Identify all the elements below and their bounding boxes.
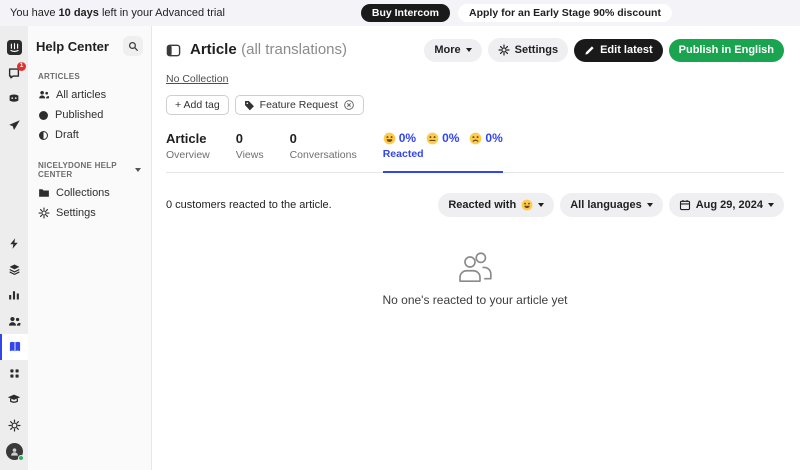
reaction-summary: 0 customers reacted to the article.	[166, 199, 332, 211]
inbox-icon[interactable]: 1	[0, 60, 28, 86]
intercom-logo-icon[interactable]	[0, 34, 28, 60]
sidebar-item-label: Draft	[55, 129, 79, 141]
chevron-down-icon	[135, 168, 141, 172]
neutral-face-icon	[426, 132, 439, 144]
online-status-dot	[17, 454, 24, 461]
tag-icon	[244, 100, 254, 110]
search-icon	[128, 41, 138, 51]
user-avatar[interactable]	[0, 438, 28, 464]
collapse-sidebar-icon[interactable]	[166, 43, 181, 58]
gear-icon	[498, 44, 510, 56]
settings-button[interactable]: Settings	[487, 38, 569, 62]
page-title: Article (all translations)	[190, 41, 348, 58]
sidebar-item-published[interactable]: Published	[36, 105, 143, 125]
sidebar-item-collections[interactable]: Collections	[36, 183, 143, 203]
more-button[interactable]: More	[424, 38, 482, 62]
neutral-reaction: 0%	[426, 131, 459, 145]
reports-icon[interactable]	[0, 282, 28, 308]
sidebar-item-label: All articles	[56, 89, 107, 101]
outbound-icon[interactable]	[0, 112, 28, 138]
academy-cap-icon[interactable]	[0, 386, 28, 412]
happy-reaction: 0%	[383, 131, 416, 145]
early-stage-discount-button[interactable]: Apply for an Early Stage 90% discount	[458, 3, 672, 23]
folder-icon	[39, 189, 49, 197]
knowledge-layers-icon[interactable]	[0, 256, 28, 282]
pencil-icon	[585, 45, 594, 55]
sidebar-item-settings[interactable]: Settings	[36, 203, 143, 223]
sidebar-item-draft[interactable]: Draft	[36, 125, 143, 145]
empty-state-message: No one's reacted to your article yet	[382, 293, 568, 307]
tab-conversations[interactable]: 0 Conversations	[290, 131, 357, 172]
gear-icon	[38, 207, 50, 219]
no-collection-link[interactable]: No Collection	[166, 73, 228, 85]
sidebar-item-label: Settings	[56, 207, 96, 219]
tab-overview[interactable]: Article Overview	[166, 131, 210, 172]
remove-tag-icon[interactable]	[343, 99, 355, 111]
people-group-icon	[459, 252, 492, 282]
apps-grid-icon[interactable]	[0, 360, 28, 386]
app-navigation-rail: 1	[0, 26, 28, 470]
sidebar-item-label: Collections	[56, 187, 110, 199]
sad-face-icon	[470, 132, 482, 144]
contacts-icon[interactable]	[0, 308, 28, 334]
sad-reaction: 0%	[469, 131, 503, 145]
sidebar-item-all-articles[interactable]: All articles	[36, 85, 143, 105]
caret-down-icon	[768, 203, 774, 207]
empty-state: No one's reacted to your article yet	[166, 251, 784, 307]
section-label-workspace[interactable]: NICELYDONE HELP CENTER	[38, 161, 141, 179]
filled-circle-icon	[39, 110, 48, 120]
article-main-panel: Article (all translations) More Settings…	[152, 26, 800, 470]
date-filter[interactable]: Aug 29, 2024	[668, 193, 784, 217]
fin-ai-icon[interactable]	[0, 86, 28, 112]
edit-latest-button[interactable]: Edit latest	[574, 38, 663, 62]
settings-gear-icon[interactable]	[0, 412, 28, 438]
people-icon	[39, 90, 50, 99]
tab-views[interactable]: 0 Views	[236, 131, 264, 172]
sidebar-item-label: Published	[55, 109, 104, 121]
caret-down-icon	[646, 203, 653, 207]
half-circle-icon	[38, 130, 49, 140]
avatar	[5, 442, 24, 461]
search-button[interactable]	[123, 36, 143, 56]
inbox-badge: 1	[17, 62, 26, 71]
language-filter[interactable]: All languages	[560, 193, 663, 217]
article-stats-tabs: Article Overview 0 Views 0 Conversations…	[166, 131, 784, 173]
trial-text: You have 10 days left in your Advanced t…	[10, 7, 225, 19]
caret-down-icon	[538, 203, 545, 207]
automation-icon[interactable]	[0, 230, 28, 256]
help-center-sidebar: Help Center ARTICLES All articles Publis…	[28, 26, 152, 470]
help-center-book-icon[interactable]	[0, 334, 28, 360]
happy-face-icon	[521, 199, 533, 211]
buy-intercom-button[interactable]: Buy Intercom	[360, 3, 450, 23]
panel-title: Help Center	[36, 38, 109, 54]
add-tag-button[interactable]: + Add tag	[166, 95, 229, 115]
section-label-articles: ARTICLES	[38, 72, 80, 81]
publish-button[interactable]: Publish in English	[668, 38, 784, 62]
trial-banner: You have 10 days left in your Advanced t…	[0, 0, 800, 26]
calendar-icon	[679, 200, 690, 211]
caret-down-icon	[465, 48, 472, 52]
tag-label: Feature Request	[259, 99, 338, 111]
reacted-with-filter[interactable]: Reacted with	[438, 193, 555, 217]
happy-face-icon	[383, 132, 396, 144]
feature-request-tag[interactable]: Feature Request	[234, 95, 364, 115]
tab-reacted[interactable]: 0% 0% 0% Reacted	[382, 131, 503, 173]
